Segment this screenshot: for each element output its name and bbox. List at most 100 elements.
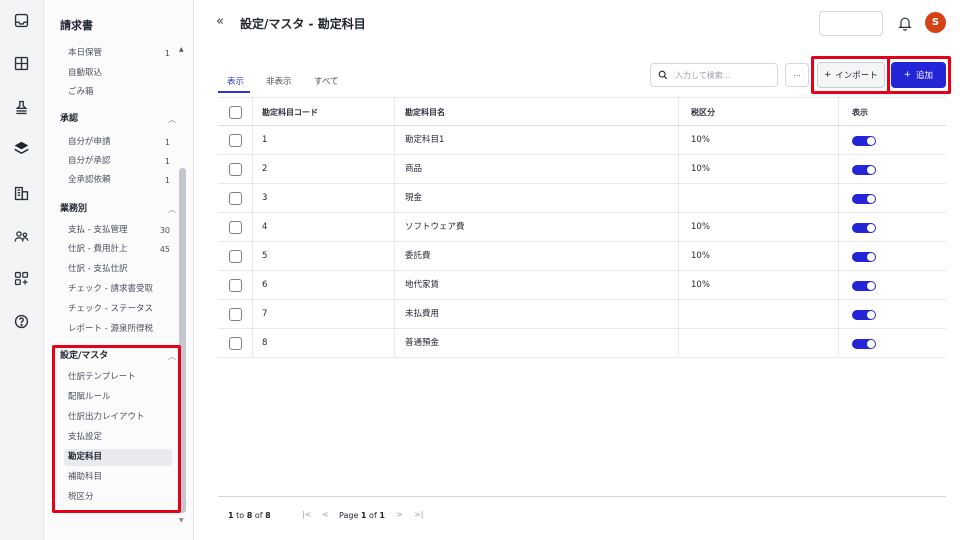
cell-code: 8 [262, 338, 268, 348]
table-row[interactable]: 1 勘定科目1 10% [218, 126, 946, 155]
sidebar-section-business[interactable]: 業務別 ︿ [60, 201, 178, 218]
sidebar-item-sub-accounts[interactable]: 補助科目 [68, 469, 180, 486]
row-checkbox[interactable] [229, 250, 242, 263]
table-row[interactable]: 7 未払費用 [218, 300, 946, 329]
pagination-range: 1 to 8 of 8 [228, 511, 271, 520]
row-checkbox[interactable] [229, 134, 242, 147]
building-icon[interactable] [10, 182, 32, 204]
sidebar-item-count: 1 [164, 138, 170, 147]
layers-icon[interactable] [10, 137, 32, 159]
collapse-sidebar-icon[interactable]: « [216, 14, 224, 29]
row-checkbox[interactable] [229, 308, 242, 321]
prev-page-icon[interactable]: < [322, 510, 329, 519]
row-checkbox[interactable] [229, 163, 242, 176]
tab-all[interactable]: すべて [314, 75, 339, 87]
grid-frame-icon[interactable] [10, 52, 32, 74]
column-header-name[interactable]: 勘定科目名 [405, 98, 445, 127]
help-icon[interactable] [10, 310, 32, 332]
visible-toggle[interactable] [852, 165, 876, 175]
header: « 設定/マスタ - 勘定科目 S [194, 0, 960, 45]
table-row[interactable]: 8 普通預金 [218, 329, 946, 358]
table-row[interactable]: 2 商品 10% [218, 155, 946, 184]
cell-tax: 10% [691, 280, 710, 290]
cell-tax: 10% [691, 251, 710, 261]
sidebar-item-my-approval[interactable]: 自分が承認 1 [68, 153, 180, 170]
sidebar-item-auto-import[interactable]: 自動取込 [68, 65, 180, 82]
scroll-down-icon[interactable]: ▼ [179, 517, 184, 524]
tab-hidden[interactable]: 非表示 [266, 75, 292, 87]
select-all-checkbox[interactable] [229, 106, 242, 119]
sidebar-item-honjitsu[interactable]: 本日保管 1 [68, 45, 180, 62]
sidebar-item-label: 仕訳 - 支払仕訳 [68, 264, 128, 274]
avatar[interactable]: S [925, 12, 946, 33]
sidebar-item-trash[interactable]: ごみ箱 [68, 84, 180, 101]
bell-icon[interactable] [897, 15, 913, 31]
sidebar-item-count: 1 [164, 176, 170, 185]
cell-code: 2 [262, 164, 268, 174]
sidebar-item-label: チェック - ステータス [68, 304, 153, 314]
visible-toggle[interactable] [852, 252, 876, 262]
icon-rail [0, 0, 44, 540]
first-page-icon[interactable]: |< [302, 510, 311, 519]
sidebar-item-label: チェック - 請求書受取 [68, 284, 153, 294]
row-checkbox[interactable] [229, 192, 242, 205]
visible-toggle[interactable] [852, 136, 876, 146]
sidebar-item-allocation-rule[interactable]: 配賦ルール [68, 389, 180, 406]
sidebar-scrollbar[interactable] [179, 168, 186, 513]
cell-tax: 10% [691, 222, 710, 232]
tab-visible[interactable]: 表示 [227, 75, 244, 87]
column-header-tax[interactable]: 税区分 [691, 98, 715, 127]
visible-toggle[interactable] [852, 339, 876, 349]
visible-toggle[interactable] [852, 310, 876, 320]
table-row[interactable]: 3 現金 [218, 184, 946, 213]
sidebar-item-payment-journal[interactable]: 仕訳 - 支払仕訳 [68, 261, 180, 278]
sidebar-item-my-request[interactable]: 自分が申請 1 [68, 134, 180, 151]
row-checkbox[interactable] [229, 221, 242, 234]
sidebar-item-payment[interactable]: 支払 - 支払管理 30 [68, 222, 180, 239]
visible-toggle[interactable] [852, 281, 876, 291]
sidebar-item-withholding-report[interactable]: レポート - 源泉所得税 [68, 321, 180, 338]
row-checkbox[interactable] [229, 337, 242, 350]
column-header-code[interactable]: 勘定科目コード [262, 98, 318, 127]
next-page-icon[interactable]: > [396, 510, 403, 519]
sidebar-section-approval[interactable]: 承認 ︿ [60, 111, 178, 128]
row-checkbox[interactable] [229, 279, 242, 292]
toggle-knob [867, 311, 875, 319]
apps-add-icon[interactable] [10, 267, 32, 289]
users-icon[interactable] [10, 225, 32, 247]
sidebar-item-journal-layout[interactable]: 仕訳出力レイアウト [68, 409, 180, 426]
stamp-icon[interactable] [10, 96, 32, 118]
sidebar-item-status-check[interactable]: チェック - ステータス [68, 301, 180, 318]
inbox-icon[interactable] [10, 9, 32, 31]
header-blank-field[interactable] [819, 11, 883, 36]
sidebar-item-accounts[interactable]: 勘定科目 [64, 449, 172, 466]
cell-tax: 10% [691, 164, 710, 174]
sidebar-item-label: 自分が申請 [68, 137, 111, 147]
visible-toggle[interactable] [852, 194, 876, 204]
add-button[interactable]: + 追加 [891, 62, 946, 88]
table-row[interactable]: 6 地代家賃 10% [218, 271, 946, 300]
cell-tax: 10% [691, 135, 710, 145]
table-row[interactable]: 4 ソフトウェア費 10% [218, 213, 946, 242]
scroll-up-icon[interactable]: ▲ [179, 46, 184, 53]
sidebar-item-journal-template[interactable]: 仕訳テンプレート [68, 369, 180, 386]
last-page-icon[interactable]: >| [414, 510, 423, 519]
sidebar-item-all-approval[interactable]: 全承認依頼 1 [68, 172, 180, 189]
column-header-visible[interactable]: 表示 [852, 98, 868, 127]
search-input[interactable] [675, 68, 773, 83]
sidebar-item-invoice-check[interactable]: チェック - 請求書受取 [68, 281, 180, 298]
sidebar-item-expense[interactable]: 仕訳 - 費用計上 45 [68, 241, 180, 258]
page-title: 設定/マスタ - 勘定科目 [240, 17, 366, 31]
import-button[interactable]: + インポート [817, 62, 885, 88]
search-box[interactable] [650, 63, 778, 87]
table-row[interactable]: 5 委託費 10% [218, 242, 946, 271]
sidebar-item-payment-settings[interactable]: 支払設定 [68, 429, 180, 446]
chevron-up-icon: ︿ [168, 115, 176, 124]
toggle-knob [867, 340, 875, 348]
sidebar-section-settings[interactable]: 設定/マスタ ︿ [60, 348, 178, 365]
sidebar-item-tax-category[interactable]: 税区分 [68, 489, 180, 506]
cell-name: 勘定科目1 [405, 135, 445, 145]
chevron-up-icon: ︿ [168, 352, 176, 361]
more-options-button[interactable]: ... [785, 63, 809, 87]
visible-toggle[interactable] [852, 223, 876, 233]
